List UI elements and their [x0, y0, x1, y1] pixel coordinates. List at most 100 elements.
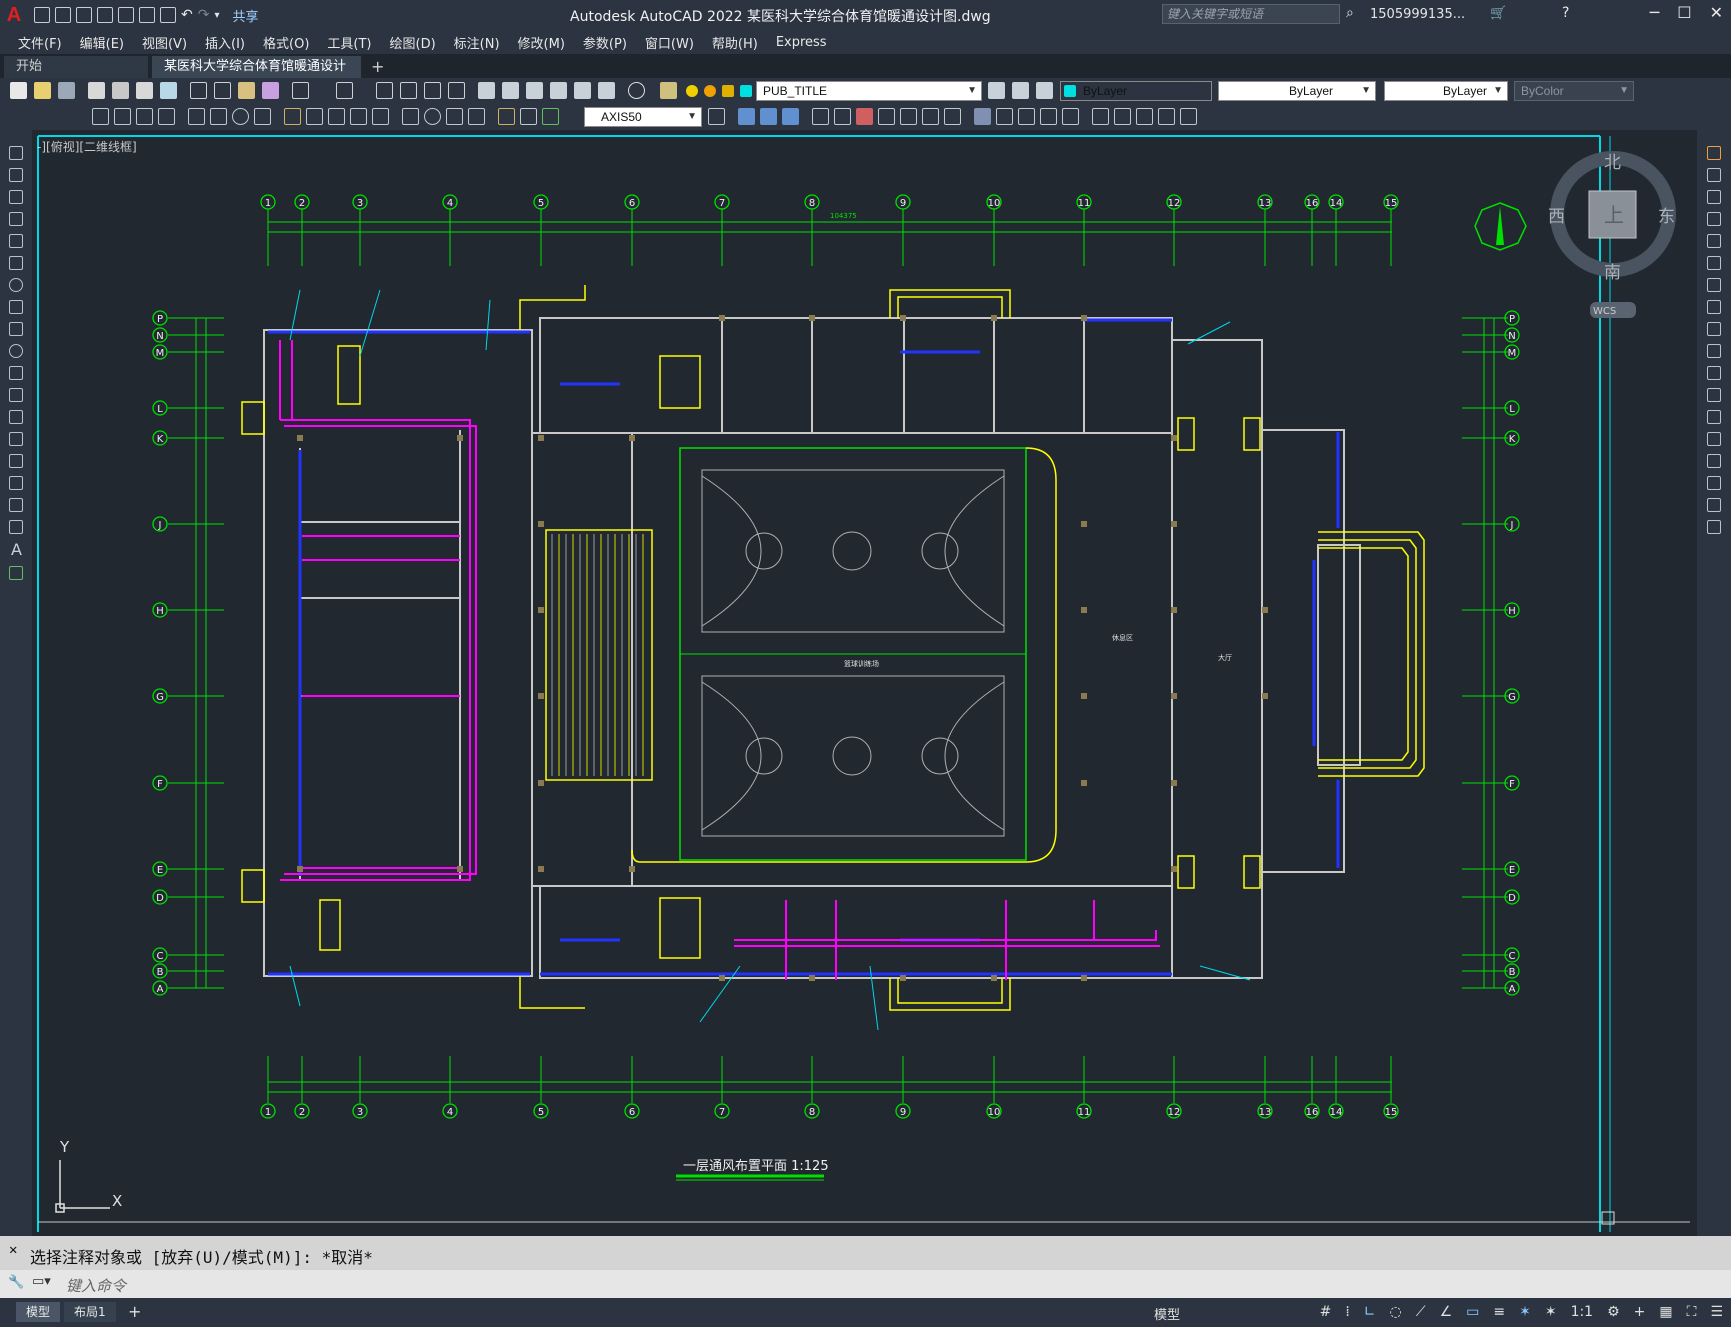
chamfer-icon[interactable]: [1707, 454, 1721, 468]
drawing-canvas[interactable]: 104375 1 1 2 2 3 3 4 4 5 5 6 6 7 7 8 8 9 9 10 10 11 11 12 12 13 1…: [32, 130, 1697, 1236]
viewcube-west[interactable]: 西: [1548, 207, 1565, 227]
center-mark-icon[interactable]: [424, 108, 441, 125]
lock-icon[interactable]: [722, 85, 734, 97]
cart-icon[interactable]: 🛒: [1490, 6, 1506, 21]
tab-start[interactable]: 开始: [4, 56, 148, 78]
viewport-controls-label[interactable]: -][俯视][二维线框]: [37, 138, 137, 155]
quick-dim-icon[interactable]: [284, 108, 301, 125]
tolerance-icon[interactable]: [402, 108, 419, 125]
aligned-dim-icon[interactable]: [114, 108, 131, 125]
insert-block-icon[interactable]: [1092, 108, 1109, 125]
layer-dropdown[interactable]: PUB_TITLE ▼: [756, 81, 982, 101]
mirror-icon[interactable]: [760, 108, 777, 125]
continue-dim-icon[interactable]: [328, 108, 345, 125]
search-input[interactable]: 键入关键字或短语: [1162, 4, 1340, 24]
customize-icon[interactable]: 🔧: [8, 1275, 24, 1290]
gradient-icon[interactable]: [9, 476, 23, 490]
undo-icon[interactable]: ↶: [181, 7, 193, 23]
revision-cloud-icon[interactable]: [9, 300, 23, 314]
calculator-icon[interactable]: [598, 82, 615, 99]
save-icon[interactable]: [76, 7, 92, 23]
plot-preview-icon[interactable]: [112, 82, 129, 99]
mtext-icon[interactable]: A: [11, 540, 22, 559]
gear-icon[interactable]: ⚙: [1607, 1304, 1620, 1320]
fullscreen-icon[interactable]: ⛶: [1687, 1304, 1697, 1320]
plus-icon[interactable]: +: [1634, 1304, 1646, 1320]
plot-icon[interactable]: [160, 7, 176, 23]
tool-palettes-icon[interactable]: [526, 82, 543, 99]
viewcube-north[interactable]: 北: [1604, 153, 1621, 173]
new-icon[interactable]: [10, 82, 27, 99]
recent-commands-icon[interactable]: ▭▾: [32, 1274, 51, 1289]
model-space-label[interactable]: 模型: [1154, 1304, 1180, 1323]
sun-icon[interactable]: [704, 85, 716, 97]
dim-text-edit-icon[interactable]: [520, 108, 537, 125]
region-icon[interactable]: [1180, 108, 1197, 125]
annotation-visibility-icon[interactable]: ✶: [1519, 1304, 1531, 1320]
make-current-layer-icon[interactable]: [988, 82, 1005, 99]
cut-icon[interactable]: [190, 82, 207, 99]
save-web-icon[interactable]: [139, 7, 155, 23]
units-icon[interactable]: ▦: [1659, 1304, 1672, 1320]
dim-space-icon[interactable]: [350, 108, 367, 125]
array-icon[interactable]: [1707, 234, 1721, 248]
erase-icon[interactable]: [1707, 146, 1721, 160]
linear-dim-icon[interactable]: [92, 108, 109, 125]
menu-parametric[interactable]: 参数(P): [583, 33, 627, 52]
grid-icon[interactable]: #: [1320, 1304, 1332, 1320]
angular-dim-icon[interactable]: [254, 108, 271, 125]
explode-icon[interactable]: [1707, 520, 1721, 534]
viewcube[interactable]: 上 北 南 东 西 WCS: [1548, 151, 1676, 318]
trim-icon[interactable]: [1707, 344, 1721, 358]
dim-update-icon[interactable]: [542, 108, 559, 125]
chamfer-icon[interactable]: [1018, 108, 1035, 125]
explode-icon[interactable]: [1062, 108, 1079, 125]
trim-icon[interactable]: [922, 108, 939, 125]
menu-format[interactable]: 格式(O): [263, 33, 309, 52]
color-dropdown[interactable]: ByLayer ▼: [1060, 81, 1212, 101]
offset-icon[interactable]: [782, 108, 799, 125]
auto-scale-icon[interactable]: ✶: [1545, 1304, 1557, 1320]
redo-icon[interactable]: ↷: [198, 7, 210, 23]
dimstyle-dropdown[interactable]: AXIS50 ▼: [584, 107, 702, 127]
move-icon[interactable]: [1707, 256, 1721, 270]
markup-icon[interactable]: [574, 82, 591, 99]
construction-line-icon[interactable]: [9, 168, 23, 182]
fillet-icon[interactable]: [1707, 476, 1721, 490]
hatch-icon[interactable]: [9, 454, 23, 468]
insert-block-icon[interactable]: [9, 388, 23, 402]
menu-modify[interactable]: 修改(M): [518, 33, 565, 52]
sheet-set-icon[interactable]: [550, 82, 567, 99]
join-icon[interactable]: [1707, 432, 1721, 446]
save-as-icon[interactable]: [97, 7, 113, 23]
offset-icon[interactable]: [1707, 212, 1721, 226]
close-icon[interactable]: ✕: [1710, 3, 1723, 22]
help-icon[interactable]: [628, 82, 645, 99]
layer-states-icon[interactable]: [1036, 82, 1053, 99]
viewcube-east[interactable]: 东: [1658, 207, 1675, 227]
share-button[interactable]: 共享: [233, 6, 259, 25]
layer-previous-icon[interactable]: [1012, 82, 1029, 99]
maximize-icon[interactable]: ☐: [1677, 3, 1691, 22]
jogged-linear-icon[interactable]: [468, 108, 485, 125]
fillet-icon[interactable]: [1040, 108, 1057, 125]
ellipse-arc-icon[interactable]: [9, 366, 23, 380]
polyline-icon[interactable]: [9, 190, 23, 204]
menu-file[interactable]: 文件(F): [18, 33, 62, 52]
bulb-on-icon[interactable]: [686, 85, 698, 97]
menu-help[interactable]: 帮助(H): [712, 33, 758, 52]
properties-icon[interactable]: [478, 82, 495, 99]
customization-icon[interactable]: ☰: [1710, 1304, 1723, 1320]
menu-insert[interactable]: 插入(I): [205, 33, 245, 52]
mirror-icon[interactable]: [1707, 190, 1721, 204]
spline-icon[interactable]: [9, 322, 23, 336]
drawing-svg[interactable]: 104375 112233445566778899101011111212131…: [32, 130, 1697, 1236]
gradient-icon[interactable]: [1158, 108, 1175, 125]
join-icon[interactable]: [996, 108, 1013, 125]
scale-icon[interactable]: [1707, 300, 1721, 314]
annotation-scale[interactable]: 1:1: [1571, 1304, 1594, 1320]
layer-color-swatch[interactable]: [740, 85, 752, 97]
layer-properties-icon[interactable]: [660, 82, 677, 99]
match-properties-icon[interactable]: [262, 82, 279, 99]
object-snap-icon[interactable]: ▭: [1466, 1304, 1479, 1320]
